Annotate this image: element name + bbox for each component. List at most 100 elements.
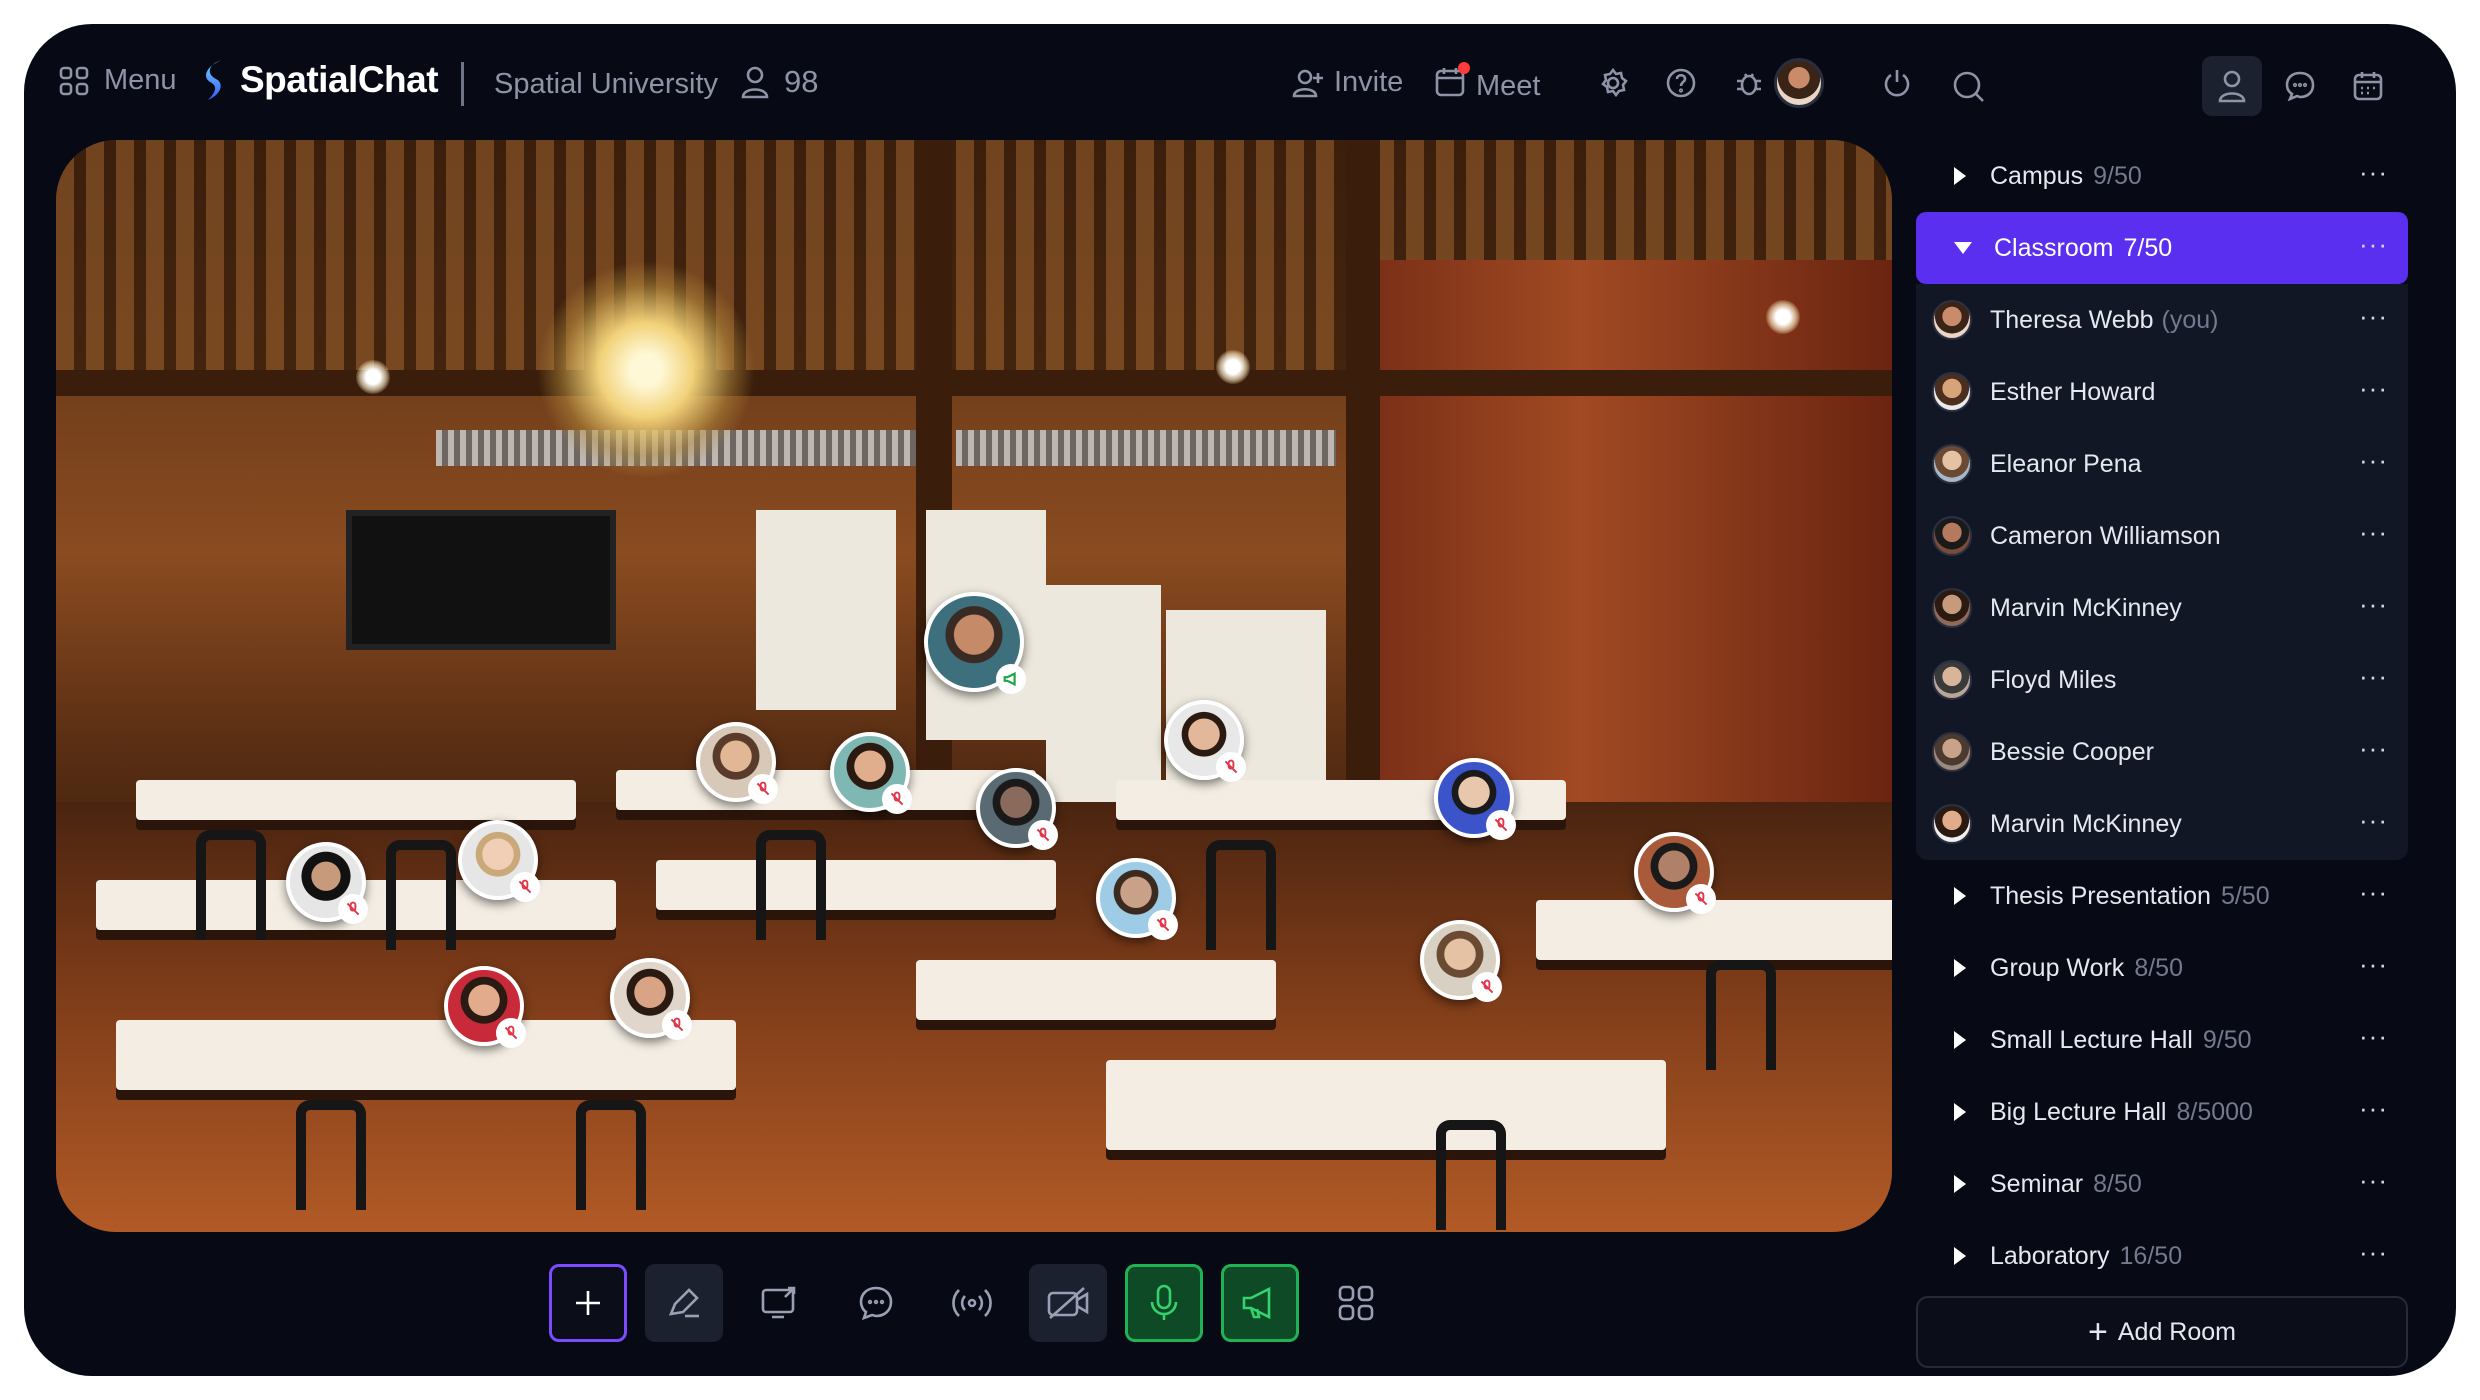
more-options-icon[interactable]: ··· — [2359, 951, 2388, 977]
more-options-icon[interactable]: ··· — [2359, 159, 2388, 185]
screen-share-icon — [761, 1286, 796, 1319]
more-options-icon[interactable]: ··· — [2359, 591, 2388, 617]
draw-button[interactable] — [645, 1264, 723, 1342]
participant-item[interactable]: Cameron Williamson ··· — [1916, 500, 2408, 572]
mic-off-icon — [504, 1025, 518, 1040]
room-item-laboratory[interactable]: Laboratory 16/50 ··· — [1916, 1220, 2408, 1292]
participant-avatar[interactable] — [1420, 920, 1502, 1002]
leave-button[interactable] — [1874, 60, 1920, 106]
mic-off-icon — [1494, 817, 1508, 832]
megaphone-button[interactable] — [1221, 1264, 1299, 1342]
more-options-icon[interactable]: ··· — [2359, 1239, 2388, 1265]
camera-toggle-button[interactable] — [1029, 1264, 1107, 1342]
more-options-icon[interactable]: ··· — [2359, 807, 2388, 833]
help-button[interactable] — [1658, 60, 1704, 106]
participant-item[interactable]: Theresa Webb (you) ··· — [1916, 284, 2408, 356]
microphone-toggle-button[interactable] — [1125, 1264, 1203, 1342]
room-item-group-work[interactable]: Group Work 8/50 ··· — [1916, 932, 2408, 1004]
room-item-small-lecture-hall[interactable]: Small Lecture Hall 9/50 ··· — [1916, 1004, 2408, 1076]
add-room-button[interactable]: + Add Room — [1916, 1296, 2408, 1368]
more-options-icon[interactable]: ··· — [2359, 1095, 2388, 1121]
search-button[interactable] — [1946, 64, 1992, 110]
participant-avatar[interactable] — [830, 732, 912, 814]
meet-button[interactable]: Meet — [1434, 62, 1541, 106]
org-name[interactable]: Spatial University — [494, 68, 718, 101]
participant-name: Cameron Williamson — [1990, 521, 2221, 550]
participant-avatar[interactable] — [696, 722, 778, 804]
brand-name: SpatialChat — [240, 59, 439, 100]
participant-avatar[interactable] — [1434, 758, 1516, 840]
brand-logo[interactable]: SpatialChat — [202, 58, 439, 102]
avatar — [1932, 660, 1972, 700]
more-options-icon[interactable]: ··· — [2359, 735, 2388, 761]
more-options-icon[interactable]: ··· — [2359, 231, 2388, 257]
participant-item[interactable]: Bessie Cooper ··· — [1916, 716, 2408, 788]
participant-avatar[interactable] — [976, 768, 1058, 850]
add-button[interactable] — [549, 1264, 627, 1342]
room-name: Big Lecture Hall — [1990, 1097, 2167, 1126]
scene-desk — [916, 960, 1276, 1020]
room-item-campus[interactable]: Campus 9/50 ··· — [1916, 140, 2408, 212]
broadcast-button[interactable] — [933, 1264, 1011, 1342]
participant-name: Bessie Cooper — [1990, 737, 2154, 766]
scene-desk — [1106, 1060, 1666, 1150]
report-bug-button[interactable] — [1726, 60, 1772, 106]
participant-avatar[interactable] — [444, 966, 526, 1048]
room-count: 8/5000 — [2176, 1097, 2253, 1126]
apps-button[interactable] — [1317, 1264, 1395, 1342]
tab-chat[interactable] — [2270, 56, 2330, 116]
scene-pillar — [1346, 140, 1380, 840]
invite-button[interactable]: Invite — [1292, 66, 1403, 99]
room-item-classroom[interactable]: Classroom 7/50 ··· — [1916, 212, 2408, 284]
more-options-icon[interactable]: ··· — [2359, 375, 2388, 401]
more-options-icon[interactable]: ··· — [2359, 663, 2388, 689]
room-item-seminar[interactable]: Seminar 8/50 ··· — [1916, 1148, 2408, 1220]
classroom-scene[interactable] — [56, 140, 1892, 1232]
participant-avatar[interactable] — [610, 958, 692, 1040]
participants-count[interactable]: 98 — [740, 64, 818, 100]
room-item-thesis-presentation[interactable]: Thesis Presentation 5/50 ··· — [1916, 860, 2408, 932]
settings-button[interactable] — [1590, 60, 1636, 106]
muted-indicator — [662, 1010, 692, 1040]
chat-button[interactable] — [837, 1264, 915, 1342]
mic-off-icon — [1480, 979, 1494, 994]
more-options-icon[interactable]: ··· — [2359, 879, 2388, 905]
tab-calendar[interactable] — [2338, 56, 2398, 116]
share-screen-button[interactable] — [741, 1264, 819, 1342]
more-options-icon[interactable]: ··· — [2359, 447, 2388, 473]
user-avatar[interactable] — [1774, 58, 1824, 108]
participant-name: Eleanor Pena — [1990, 449, 2142, 478]
more-options-icon[interactable]: ··· — [2359, 519, 2388, 545]
participant-item[interactable]: Marvin McKinney ··· — [1916, 788, 2408, 860]
more-options-icon[interactable]: ··· — [2359, 1023, 2388, 1049]
participant-avatar[interactable] — [286, 842, 368, 924]
power-icon — [1884, 70, 1910, 97]
room-name: Campus — [1990, 161, 2084, 190]
room-item-big-lecture-hall[interactable]: Big Lecture Hall 8/5000 ··· — [1916, 1076, 2408, 1148]
participant-avatar[interactable] — [1634, 832, 1716, 914]
menu-button[interactable]: Menu — [58, 64, 177, 97]
room-count: 7/50 — [2123, 233, 2173, 262]
more-options-icon[interactable]: ··· — [2359, 303, 2388, 329]
add-room-label: Add Room — [2117, 1317, 2236, 1346]
user-count: 98 — [784, 64, 819, 99]
participant-item[interactable]: Esther Howard ··· — [1916, 356, 2408, 428]
room-name: Thesis Presentation — [1990, 881, 2211, 910]
meet-label: Meet — [1476, 69, 1541, 102]
participant-avatar[interactable] — [1164, 700, 1246, 782]
more-options-icon[interactable]: ··· — [2359, 1167, 2388, 1193]
participant-item[interactable]: Floyd Miles ··· — [1916, 644, 2408, 716]
participant-avatar[interactable] — [458, 820, 540, 902]
participant-avatar[interactable] — [1096, 858, 1178, 940]
participant-item[interactable]: Eleanor Pena ··· — [1916, 428, 2408, 500]
room-name: Seminar — [1990, 1169, 2084, 1198]
mic-off-icon — [1156, 917, 1170, 932]
grid-icon — [59, 66, 89, 95]
tab-people[interactable] — [2202, 56, 2262, 116]
participant-avatar-speaking[interactable] — [924, 592, 1026, 694]
mic-off-icon — [518, 879, 532, 894]
chat-icon — [859, 1286, 893, 1321]
participant-item[interactable]: Marvin McKinney ··· — [1916, 572, 2408, 644]
broadcast-icon — [952, 1289, 992, 1317]
collapsed-arrow-icon — [1954, 1247, 1966, 1265]
